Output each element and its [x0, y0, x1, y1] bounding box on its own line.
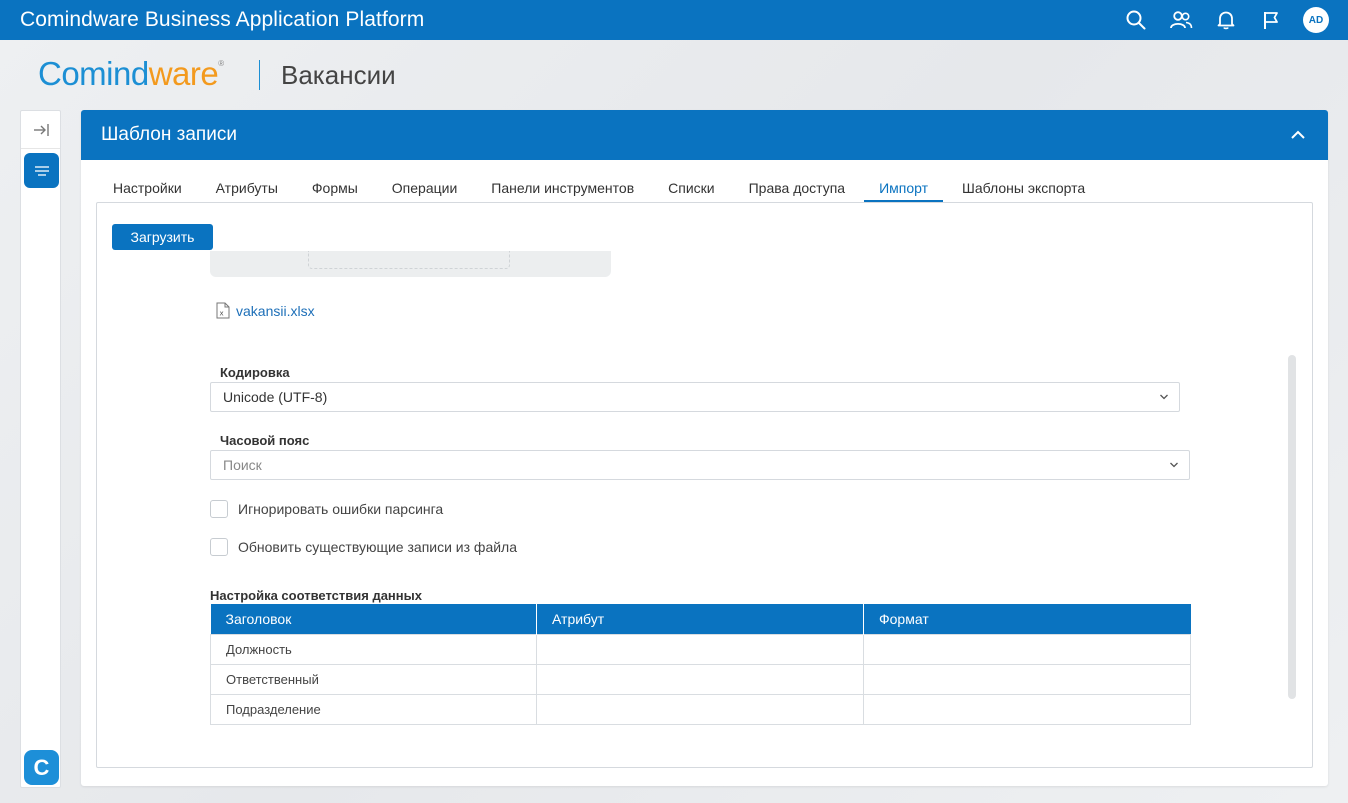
table-row: Должность [210, 633, 1191, 665]
tab-bar: Настройки Атрибуты Формы Операции Панели… [96, 170, 1085, 203]
import-content: Загрузить x vakansii.xlsx Кодировка Unic… [96, 202, 1313, 768]
encoding-select[interactable]: Unicode (UTF-8) [210, 382, 1180, 412]
table-row: Подразделение [210, 693, 1191, 725]
update-existing-checkbox[interactable] [210, 538, 228, 556]
table-cell: Ответственный [210, 663, 537, 695]
left-rail: C [20, 110, 61, 788]
expand-sidebar-icon[interactable] [21, 111, 60, 149]
mapping-table: Заголовок Атрибут Формат Должность Ответ… [210, 604, 1191, 725]
tab-lists[interactable]: Списки [668, 170, 714, 203]
bell-icon[interactable] [1214, 8, 1238, 32]
tab-export-templates[interactable]: Шаблоны экспорта [962, 170, 1085, 203]
chevron-down-icon [1170, 462, 1178, 468]
file-dropzone[interactable] [210, 251, 611, 277]
page-title: Вакансии [281, 60, 396, 90]
tab-import[interactable]: Импорт [864, 170, 943, 203]
table-cell: Подразделение [210, 693, 537, 725]
mapping-header-row: Заголовок Атрибут Формат [210, 604, 1191, 634]
logo: Comindware® [38, 55, 224, 92]
mapping-title: Настройка соответствия данных [210, 588, 422, 603]
flag-icon[interactable] [1259, 8, 1283, 32]
ignore-errors-row[interactable]: Игнорировать ошибки парсинга [210, 500, 443, 518]
column-header[interactable]: Заголовок [210, 604, 537, 634]
upload-button[interactable]: Загрузить [112, 224, 213, 250]
chevron-down-icon [1160, 394, 1168, 400]
excel-file-icon: x [216, 302, 230, 319]
table-cell[interactable] [536, 633, 864, 665]
table-row: Ответственный [210, 663, 1191, 695]
tab-settings[interactable]: Настройки [113, 170, 182, 203]
scrollbar[interactable] [1288, 355, 1296, 699]
menu-icon[interactable] [24, 153, 59, 188]
table-cell: Должность [210, 633, 537, 665]
svg-text:x: x [220, 310, 224, 318]
table-cell[interactable] [863, 633, 1191, 665]
search-icon[interactable] [1124, 8, 1148, 32]
encoding-label: Кодировка [220, 365, 290, 380]
tab-forms[interactable]: Формы [312, 170, 358, 203]
file-link[interactable]: vakansii.xlsx [236, 303, 315, 319]
app-title: Comindware Business Application Platform [20, 8, 425, 31]
record-template-panel: Шаблон записи Настройки Атрибуты Формы О… [81, 110, 1328, 786]
table-cell[interactable] [536, 663, 864, 695]
column-header[interactable]: Атрибут [536, 604, 864, 634]
table-cell[interactable] [536, 693, 864, 725]
top-bar: Comindware Business Application Platform… [0, 0, 1348, 40]
uploaded-file[interactable]: x vakansii.xlsx [216, 302, 315, 319]
timezone-label: Часовой пояс [220, 433, 310, 448]
avatar[interactable]: AD [1303, 7, 1329, 33]
table-cell[interactable] [863, 663, 1191, 695]
comindware-app-icon[interactable]: C [24, 750, 59, 785]
column-header[interactable]: Формат [863, 604, 1191, 634]
tab-access-rights[interactable]: Права доступа [749, 170, 845, 203]
ignore-errors-checkbox[interactable] [210, 500, 228, 518]
tab-attributes[interactable]: Атрибуты [216, 170, 278, 203]
panel-header: Шаблон записи [81, 110, 1328, 160]
ignore-errors-label: Игнорировать ошибки парсинга [238, 501, 444, 517]
update-existing-row[interactable]: Обновить существующие записи из файла [210, 538, 517, 556]
collapse-chevron-up-icon[interactable] [1287, 124, 1309, 146]
header-divider [259, 60, 260, 90]
users-icon[interactable] [1169, 8, 1193, 32]
dropzone-inner [308, 251, 510, 269]
tab-toolbars[interactable]: Панели инструментов [491, 170, 634, 203]
timezone-select[interactable]: Поиск [210, 450, 1190, 480]
tab-operations[interactable]: Операции [392, 170, 458, 203]
panel-title: Шаблон записи [101, 124, 237, 145]
table-cell[interactable] [863, 693, 1191, 725]
update-existing-label: Обновить существующие записи из файла [238, 539, 518, 555]
